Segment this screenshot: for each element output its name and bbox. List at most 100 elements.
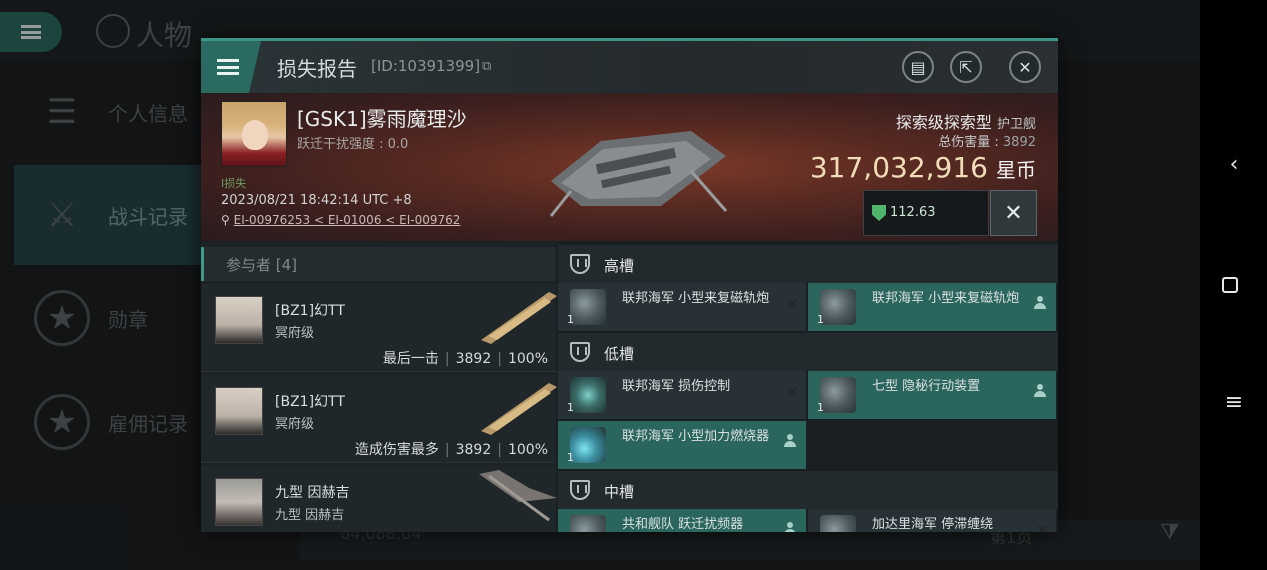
slot-shield-icon — [570, 480, 590, 500]
participant-ship-render — [481, 383, 557, 435]
currency-label: 星币 — [996, 158, 1036, 182]
participant-damage: 3892 — [455, 442, 492, 458]
square-icon — [1222, 277, 1238, 293]
module-name: 联邦海军 小型加力燃烧器 — [622, 429, 770, 444]
ship-render — [549, 131, 728, 217]
back-nav-icon[interactable]: ‹ — [1222, 152, 1246, 177]
close-button[interactable]: ✕ — [1009, 51, 1041, 83]
modal-title: 损失报告 — [277, 57, 357, 81]
security-box: 112.63 — [863, 190, 989, 236]
module-qty: 1 — [567, 451, 574, 464]
module-name: 共和舰队 跃迁扰频器 — [622, 517, 744, 532]
slot-shield-icon — [570, 342, 590, 362]
module-qty: 1 — [817, 313, 824, 326]
victim-name[interactable]: [GSK1]雾雨魔理沙 — [297, 103, 467, 132]
wrench-tools-icon: ✕ — [1004, 200, 1023, 226]
participant-damage: 3892 — [455, 351, 492, 367]
copy-icon[interactable]: ⧉ — [482, 59, 491, 74]
screen: 人物 ✕ ☰ 个人信息 ⚔ 战斗记录 ★ 勋章 ★ 雇佣记录 64,088.04… — [0, 0, 1267, 570]
module-item[interactable]: 1 共和舰队 跃迁扰频器 — [558, 509, 806, 532]
loss-label: I损失 — [221, 177, 247, 190]
close-icon: ✕ — [1018, 57, 1032, 77]
module-name: 七型 隐秘行动装置 — [872, 379, 981, 394]
avatar[interactable] — [215, 478, 263, 526]
loss-report-modal: 损失报告 [ID:10391399] ⧉ ▤ ⇱ ✕ [GSK1]雾雨魔理沙 跃… — [201, 38, 1058, 532]
ship-class-name: 探索级探索型 — [895, 113, 992, 132]
location-pin-icon: ⚲ — [221, 213, 234, 227]
menu-icon — [217, 59, 239, 75]
avatar[interactable] — [215, 387, 263, 435]
damage-control-icon — [570, 377, 606, 413]
total-damage-value: 3892 — [1002, 135, 1036, 150]
module-name: 联邦海军 小型来复磁轨炮 — [622, 291, 770, 306]
victim-portrait[interactable] — [221, 101, 287, 167]
pilot-icon — [784, 522, 796, 532]
pilot-icon — [1034, 296, 1046, 310]
fitting-button[interactable]: ✕ — [990, 190, 1037, 236]
menu-nav-icon[interactable]: ≡ — [1222, 390, 1246, 415]
loss-value: 317,032,916 星币 — [810, 151, 1036, 184]
module-item[interactable]: 1 七型 隐秘行动装置 — [808, 371, 1056, 419]
module-item[interactable]: 1 联邦海军 小型加力燃烧器 — [558, 421, 806, 469]
slot-shield-icon — [570, 254, 590, 274]
total-damage-label: 总伤害量 : — [938, 135, 999, 150]
clipboard-icon: ▤ — [910, 57, 926, 77]
portrait-face — [242, 120, 268, 150]
high-slot-header: 高槽 — [558, 245, 1058, 283]
slot-label: 中槽 — [604, 483, 635, 501]
participant-ship: 冥府级 — [275, 326, 315, 341]
participant-row[interactable]: 九型 因赫吉 九型 因赫吉 — [201, 466, 557, 532]
security-value: 112.63 — [890, 205, 936, 220]
module-item[interactable]: 1 联邦海军 小型来复磁轨炮 — [808, 283, 1056, 331]
shield-icon — [872, 205, 886, 221]
participant-ship: 冥府级 — [275, 417, 315, 432]
low-slot-header: 低槽 — [558, 333, 1058, 371]
participant-ship: 九型 因赫吉 — [275, 508, 345, 523]
participant-row[interactable]: [BZ1]幻TT 冥府级 最后一击 | 3892 | 100% — [201, 284, 557, 372]
railgun-icon — [820, 289, 856, 325]
destroyed-icon: ✕ — [786, 297, 798, 313]
stasis-web-icon — [820, 515, 856, 532]
share-icon: ⇱ — [959, 57, 973, 77]
participant-ship-render — [481, 292, 557, 344]
participant-name: [BZ1]幻TT — [275, 394, 345, 410]
home-nav-button[interactable] — [1222, 277, 1246, 293]
destroyed-icon: ✕ — [1036, 523, 1048, 532]
loss-time: 2023/08/21 18:42:14 UTC +8 — [221, 193, 412, 208]
pilot-icon — [784, 434, 796, 448]
modal-header: 损失报告 [ID:10391399] ⧉ ▤ ⇱ ✕ — [201, 41, 1058, 93]
participants-header: 参与者 [4] — [201, 247, 556, 281]
slot-label: 高槽 — [604, 257, 635, 275]
railgun-icon — [570, 289, 606, 325]
share-button[interactable]: ⇱ — [950, 51, 982, 83]
system-nav-bar: ‹ ≡ — [1200, 0, 1267, 570]
participant-percent: 100% — [507, 442, 548, 458]
modal-menu-button[interactable] — [201, 41, 261, 93]
warp-strength: 跃迁干扰强度 : 0.0 — [297, 137, 409, 152]
location-link[interactable]: EI-00976253 < EI-01006 < EI-009762 — [234, 213, 461, 227]
loss-location[interactable]: ⚲ EI-00976253 < EI-01006 < EI-009762 — [221, 213, 460, 227]
module-qty: 1 — [567, 313, 574, 326]
participants-count: 参与者 [4] — [226, 256, 298, 274]
participant-stats: 最后一击 | 3892 | 100% — [382, 351, 548, 367]
fitting-panel: 高槽 1 联邦海军 小型来复磁轨炮 ✕ 1 联邦海军 小型来复磁轨炮 低槽 1 — [558, 241, 1058, 532]
module-item[interactable]: 1 联邦海军 损伤控制 ✕ — [558, 371, 806, 419]
module-name: 联邦海军 小型来复磁轨炮 — [872, 291, 1020, 306]
clipboard-button[interactable]: ▤ — [902, 51, 934, 83]
participant-name: [BZ1]幻TT — [275, 303, 345, 319]
participant-tag: 最后一击 — [382, 351, 439, 367]
avatar[interactable] — [215, 296, 263, 344]
module-item[interactable]: 1 加达里海军 停滞缠绕 ✕ — [808, 509, 1056, 532]
module-item[interactable]: 1 联邦海军 小型来复磁轨炮 ✕ — [558, 283, 806, 331]
ship-role: 护卫舰 — [996, 117, 1036, 132]
victim-banner: [GSK1]雾雨魔理沙 跃迁干扰强度 : 0.0 I损失 2023/08/21 … — [201, 93, 1058, 241]
total-damage: 总伤害量 : 3892 — [938, 131, 1036, 150]
module-qty: 1 — [817, 401, 824, 414]
participant-stats: 造成伤害最多 | 3892 | 100% — [354, 442, 548, 458]
module-name: 联邦海军 损伤控制 — [622, 379, 731, 394]
participant-ship-render — [479, 470, 557, 522]
participant-percent: 100% — [507, 351, 548, 367]
participant-row[interactable]: [BZ1]幻TT 冥府级 造成伤害最多 | 3892 | 100% — [201, 375, 557, 463]
report-id: [ID:10391399] — [371, 57, 481, 75]
pilot-icon — [1034, 384, 1046, 398]
